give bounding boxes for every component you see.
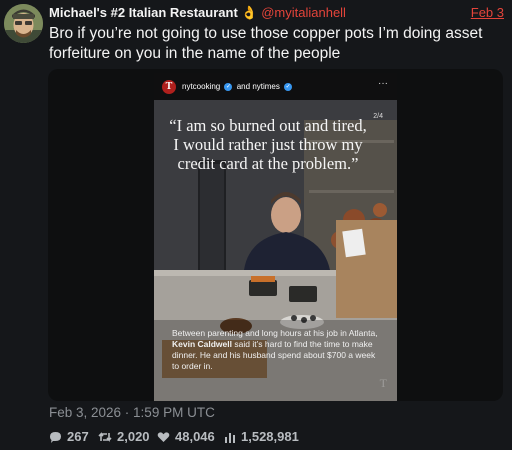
verified-badge-icon: ✓ bbox=[284, 82, 293, 91]
author-display-name[interactable]: Michael's #2 Italian Restaurant bbox=[49, 5, 238, 20]
post-date-link[interactable]: Feb 3 bbox=[471, 5, 504, 20]
avatar[interactable] bbox=[4, 4, 43, 43]
embedded-caption: Between parenting and long hours at his … bbox=[172, 328, 382, 372]
page-indicator: 2/4 bbox=[373, 113, 383, 120]
heart-icon bbox=[157, 431, 170, 442]
likes-count: 48,046 bbox=[175, 429, 215, 444]
replies-stat[interactable]: 267 bbox=[49, 429, 89, 444]
verified-badge-icon: ✓ bbox=[224, 82, 233, 91]
views-stat[interactable]: 1,528,981 bbox=[224, 429, 299, 444]
repost-icon bbox=[98, 431, 112, 442]
likes-stat[interactable]: 48,046 bbox=[157, 429, 215, 444]
views-count: 1,528,981 bbox=[241, 429, 299, 444]
embedded-quote: “I am so burned out and tired, I would r… bbox=[169, 116, 367, 173]
ok-hand-emoji: 👌 bbox=[241, 5, 258, 20]
nyt-watermark-icon: T bbox=[379, 376, 387, 390]
post-timestamp[interactable]: Feb 3, 2026 · 1:59 PM UTC bbox=[49, 405, 215, 420]
reposts-count: 2,020 bbox=[117, 429, 150, 444]
author-handle[interactable]: @myitalianhell bbox=[261, 5, 346, 20]
caption-name: Kevin Caldwell bbox=[172, 339, 232, 349]
embedded-post-accounts: nytcooking ✓ and nytimes ✓ bbox=[182, 82, 294, 91]
nyt-logo-icon: T bbox=[162, 80, 176, 94]
caption-before: Between parenting and long hours at his … bbox=[172, 328, 378, 338]
embedded-account-2: nytimes bbox=[252, 82, 280, 91]
views-bar-chart-icon bbox=[225, 432, 235, 443]
reply-icon bbox=[50, 431, 61, 443]
avatar-image bbox=[4, 4, 43, 43]
more-options-icon: ··· bbox=[378, 78, 388, 89]
replies-count: 267 bbox=[67, 429, 89, 444]
embedded-post-header: T nytcooking ✓ and nytimes ✓ ··· bbox=[154, 73, 397, 100]
embedded-account-1: nytcooking bbox=[182, 82, 221, 91]
tweet-header: Michael's #2 Italian Restaurant 👌 @myita… bbox=[49, 5, 504, 23]
tweet-text: Bro if you’re not going to use those cop… bbox=[49, 25, 483, 62]
embedded-image[interactable]: T nytcooking ✓ and nytimes ✓ ··· “I am s… bbox=[154, 73, 397, 401]
engagement-stats: 267 2,020 48,046 1,528,981 bbox=[49, 429, 504, 445]
reposts-stat[interactable]: 2,020 bbox=[98, 429, 150, 444]
embedded-joiner: and bbox=[236, 82, 251, 91]
